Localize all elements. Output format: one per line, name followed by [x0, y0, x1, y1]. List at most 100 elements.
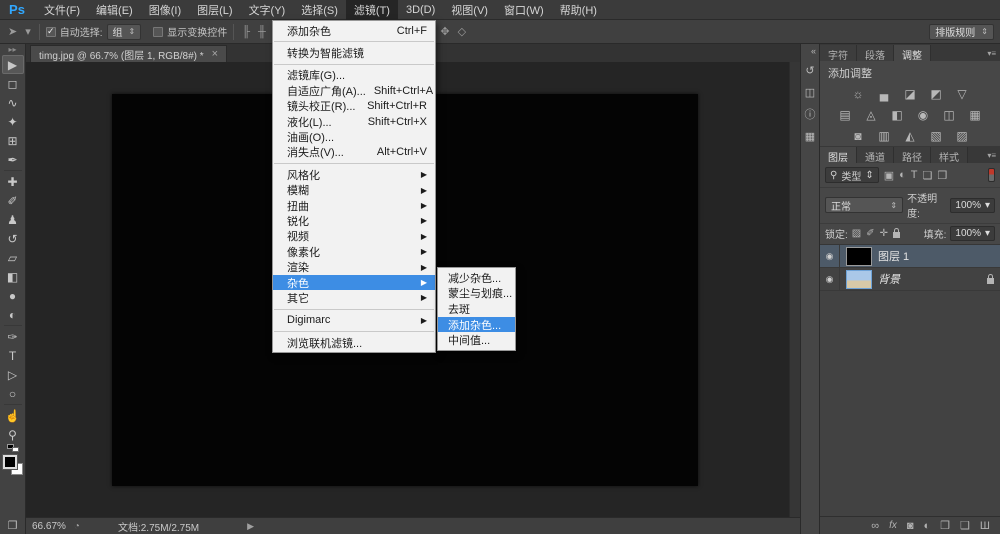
menu-item-render[interactable]: 渲染 ▶ [273, 259, 435, 274]
menu-item-stylize[interactable]: 风格化 ▶ [273, 167, 435, 182]
properties-panel-icon[interactable]: ◫ [802, 84, 818, 100]
3d-slide-icon[interactable]: ✥ [438, 25, 451, 38]
menu-file[interactable]: 文件(F) [36, 0, 88, 20]
panel-menu-icon[interactable]: ▾≡ [987, 151, 1000, 163]
delete-layer-icon[interactable]: Ш [980, 520, 990, 532]
new-layer-icon[interactable]: ❑ [960, 519, 970, 532]
layer-row-background[interactable]: ◉ 背景 [820, 268, 1000, 291]
adjustment-layer-icon[interactable]: ◐ [924, 520, 931, 532]
hand-tool[interactable]: ☝ [2, 406, 24, 425]
character-panel-icon[interactable]: ▦ [802, 128, 818, 144]
toolbar-collapse-icon[interactable]: ▸▸ [8, 46, 16, 55]
close-icon[interactable]: × [212, 48, 218, 60]
filter-toggle-icon[interactable] [988, 168, 995, 182]
show-transform-checkbox[interactable] [153, 26, 164, 37]
workspace-dropdown[interactable]: 排版规则 ⇕ [929, 23, 994, 40]
layer-name[interactable]: 背景 [878, 271, 900, 287]
fill-field[interactable]: 100% ▾ [950, 226, 995, 241]
marquee-tool[interactable]: ◻ [2, 74, 24, 93]
blend-mode-dropdown[interactable]: 正常 ⇕ [825, 197, 904, 213]
default-swatches-icon[interactable] [6, 444, 19, 452]
tab-character[interactable]: 字符 [820, 45, 857, 62]
blur-tool[interactable]: ● [2, 286, 24, 305]
layer-mask-icon[interactable]: ◙ [907, 520, 914, 532]
menu-edit[interactable]: 编辑(E) [88, 0, 141, 20]
filter-smart-object-icon[interactable]: ❒ [937, 169, 947, 182]
tab-paths[interactable]: 路径 [894, 147, 931, 164]
tab-channels[interactable]: 通道 [857, 147, 894, 164]
layer-style-icon[interactable]: fx [889, 520, 897, 531]
menu-3d[interactable]: 3D(D) [398, 2, 443, 18]
foreground-color-swatch[interactable] [1, 454, 18, 470]
brush-tool[interactable]: ✐ [2, 191, 24, 210]
menu-filter[interactable]: 滤镜(T) [345, 0, 398, 20]
screen-mode-icon[interactable]: ❐ [8, 519, 18, 532]
lock-pixels-icon[interactable]: ✐ [866, 228, 874, 239]
menu-item-repeat-last-filter[interactable]: 添加杂色 Ctrl+F [273, 23, 435, 38]
menu-item-liquify[interactable]: 液化(L)... Shift+Ctrl+X [273, 114, 435, 129]
menu-item-oil-paint[interactable]: 油画(O)... [273, 129, 435, 144]
curves-icon[interactable]: ◪ [902, 86, 919, 101]
black-white-icon[interactable]: ◧ [889, 107, 906, 122]
tool-preset-caret-icon[interactable]: ▾ [23, 25, 33, 38]
layer-thumbnail[interactable] [846, 246, 872, 266]
submenu-item-median[interactable]: 中间值... [438, 332, 515, 348]
visibility-eye-icon[interactable]: ◉ [820, 268, 840, 290]
auto-select-dropdown[interactable]: 组 ⇕ [106, 23, 142, 40]
layer-name[interactable]: 图层 1 [878, 248, 909, 264]
visibility-eye-icon[interactable]: ◉ [820, 245, 840, 267]
selective-color-icon[interactable]: ▧ [928, 128, 945, 143]
menu-item-vanishing-point[interactable]: 消失点(V)... Alt+Ctrl+V [273, 145, 435, 160]
type-tool[interactable]: T [2, 346, 24, 365]
eraser-tool[interactable]: ▱ [2, 248, 24, 267]
submenu-item-dust-scratches[interactable]: 蒙尘与划痕... [438, 286, 515, 302]
magic-wand-tool[interactable]: ✦ [2, 112, 24, 131]
layer-thumbnail[interactable] [846, 269, 872, 289]
exposure-icon[interactable]: ◩ [928, 86, 945, 101]
filter-type-dropdown[interactable]: ⚲ 类型 ⇕ [825, 167, 879, 183]
color-swatches[interactable] [1, 454, 23, 475]
layer-row-layer1[interactable]: ◉ 图层 1 [820, 245, 1000, 268]
vertical-scrollbar[interactable] [789, 62, 800, 517]
move-tool-icon[interactable]: ➤ [6, 25, 19, 38]
path-select-tool[interactable]: ▷ [2, 365, 24, 384]
menu-item-lens-correction[interactable]: 镜头校正(R)... Shift+Ctrl+R [273, 99, 435, 114]
menu-item-browse-filters-online[interactable]: 浏览联机滤镜... [273, 335, 435, 350]
menu-item-noise[interactable]: 杂色 ▶ [273, 274, 435, 291]
menu-item-adaptive-wide-angle[interactable]: 自适应广角(A)... Shift+Ctrl+A [273, 83, 435, 98]
levels-icon[interactable]: ▄ [876, 86, 893, 101]
invert-icon[interactable]: ◙ [850, 128, 867, 143]
panel-menu-icon[interactable]: ▾≡ [987, 49, 1000, 61]
menu-item-pixelate[interactable]: 像素化 ▶ [273, 244, 435, 259]
menu-window[interactable]: 窗口(W) [496, 0, 552, 20]
menu-item-video[interactable]: 视频 ▶ [273, 229, 435, 244]
shape-tool[interactable]: ○ [2, 384, 24, 403]
document-tab[interactable]: timg.jpg @ 66.7% (图层 1, RGB/8#) * × [30, 45, 228, 62]
history-brush-tool[interactable]: ↺ [2, 229, 24, 248]
pen-tool[interactable]: ✑ [2, 327, 24, 346]
menu-item-digimarc[interactable]: Digimarc ▶ [273, 313, 435, 328]
menu-item-other[interactable]: 其它 ▶ [273, 290, 435, 305]
submenu-item-reduce-noise[interactable]: 减少杂色... [438, 270, 515, 286]
threshold-icon[interactable]: ◭ [902, 128, 919, 143]
status-menu-arrow-icon[interactable]: ▶ [247, 521, 254, 532]
info-panel-icon[interactable]: ⓘ [802, 106, 818, 122]
posterize-icon[interactable]: ▥ [876, 128, 893, 143]
3d-scale-icon[interactable]: ◇ [456, 25, 468, 38]
align-center-h-icon[interactable]: ╫ [256, 26, 268, 38]
menu-item-convert-smart-filters[interactable]: 转换为智能滤镜 [273, 45, 435, 60]
clone-stamp-tool[interactable]: ♟ [2, 210, 24, 229]
tab-paragraph[interactable]: 段落 [857, 45, 894, 62]
move-tool[interactable]: ▶ [1, 55, 24, 74]
brightness-contrast-icon[interactable]: ☼ [850, 86, 867, 101]
healing-brush-tool[interactable]: ✚ [2, 172, 24, 191]
tab-styles[interactable]: 样式 [931, 147, 968, 164]
auto-select-checkbox[interactable]: ✓ [45, 26, 56, 37]
dodge-tool[interactable]: ◐ [2, 305, 24, 324]
zoom-tool[interactable]: ⚲ [2, 425, 24, 444]
color-balance-icon[interactable]: ◬ [863, 107, 880, 122]
filter-type-icon[interactable]: T [911, 169, 918, 181]
history-panel-icon[interactable]: ↺ [802, 62, 818, 78]
gradient-map-icon[interactable]: ▨ [954, 128, 971, 143]
photo-filter-icon[interactable]: ◉ [915, 107, 932, 122]
